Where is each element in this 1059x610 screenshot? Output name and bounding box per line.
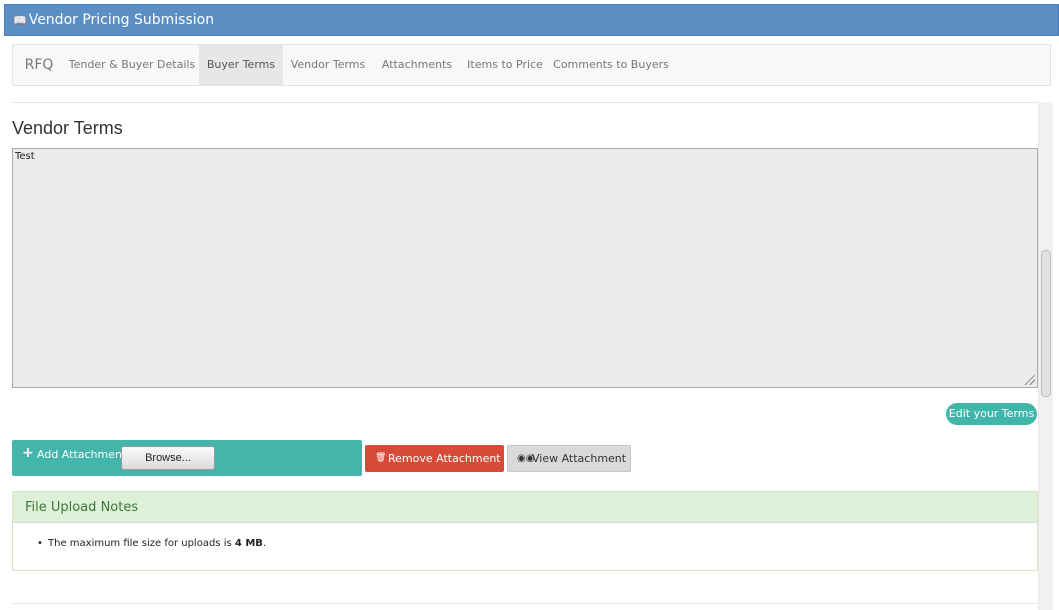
add-attachment-label: Add Attachment — [37, 448, 127, 461]
plus-icon: + — [22, 445, 34, 461]
browse-file-button[interactable]: Browse... — [121, 446, 215, 470]
tab-navbar: RFQ Tender & Buyer Details Buyer Terms V… — [12, 44, 1051, 86]
window-titlebar: 📖 Vendor Pricing Submission — [4, 4, 1059, 36]
tab-attachments[interactable]: Attachments — [373, 45, 461, 85]
bullet: • — [37, 538, 43, 549]
view-attachment-label: View Attachment — [532, 452, 627, 465]
notes-size: 4 MB — [234, 538, 263, 549]
notes-title: File Upload Notes — [13, 492, 1037, 523]
nav-brand[interactable]: RFQ — [13, 45, 65, 85]
tab-tender-buyer-details[interactable]: Tender & Buyer Details — [65, 45, 199, 85]
vendor-terms-textarea[interactable]: Test — [12, 148, 1038, 388]
page-title: Vendor Terms — [12, 118, 123, 138]
view-attachment-button[interactable]: ◉◉ View Attachment — [507, 445, 631, 472]
tab-buyer-terms[interactable]: Buyer Terms — [199, 45, 283, 85]
notes-text: The maximum file size for uploads is — [48, 538, 235, 549]
scrollbar-thumb[interactable] — [1041, 250, 1051, 397]
trash-icon: 🗑 — [375, 453, 387, 463]
divider — [12, 603, 1038, 604]
vendor-terms-value: Test — [15, 151, 35, 162]
book-icon: 📖 — [13, 14, 27, 27]
remove-attachment-button[interactable]: 🗑 Remove Attachment — [365, 445, 504, 472]
edit-terms-button[interactable]: Edit your Terms — [946, 403, 1037, 425]
resize-handle-icon[interactable] — [1023, 373, 1035, 385]
notes-list-item: • The maximum file size for uploads is 4… — [37, 538, 267, 549]
tab-items-to-price[interactable]: Items to Price — [461, 45, 549, 85]
window-title: Vendor Pricing Submission — [28, 12, 215, 28]
tab-comments-to-buyers[interactable]: Comments to Buyers — [549, 45, 673, 85]
file-upload-notes-panel: File Upload Notes • The maximum file siz… — [12, 491, 1038, 571]
tab-vendor-terms[interactable]: Vendor Terms — [283, 45, 373, 85]
remove-attachment-label: Remove Attachment — [388, 452, 501, 465]
divider — [12, 102, 1038, 103]
notes-suffix: . — [262, 538, 267, 549]
